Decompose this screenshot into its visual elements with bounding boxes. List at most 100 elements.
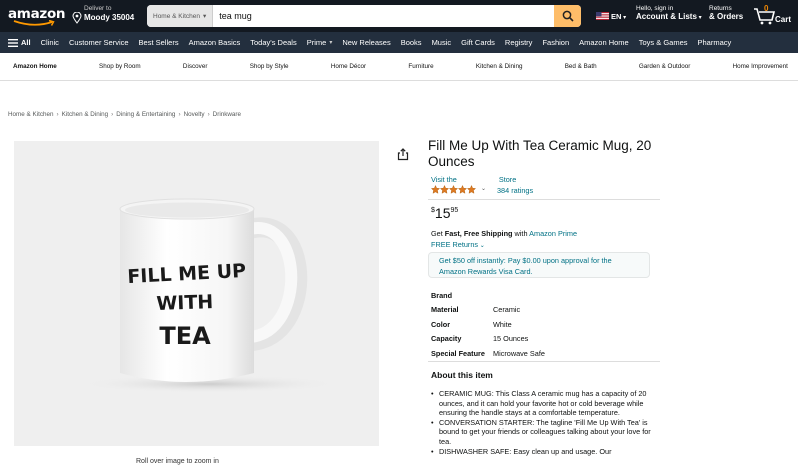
- price-whole: 15: [434, 205, 451, 221]
- chevron-down-icon: ▾: [202, 13, 207, 20]
- about-bullets: CERAMIC MUG: This Class A ceramic mug ha…: [431, 389, 656, 456]
- chevron-down-icon[interactable]: ⌄: [481, 185, 486, 192]
- logo-smile-icon: [13, 20, 55, 26]
- subnav-home-decor[interactable]: Home Décor: [331, 63, 366, 70]
- subnav-garden-outdoor[interactable]: Garden & Outdoor: [639, 63, 690, 70]
- price: $ 15 95: [431, 205, 458, 221]
- spec-row: Color White: [431, 317, 545, 332]
- search-icon: [562, 10, 574, 22]
- zoom-hint: Roll over image to zoom in: [136, 458, 219, 465]
- subnav-shop-by-room[interactable]: Shop by Room: [99, 63, 141, 70]
- free-returns-link[interactable]: FREE Returns ⌄: [431, 240, 485, 249]
- account-lists[interactable]: Hello, sign in Account & Lists ▾: [636, 5, 702, 21]
- price-fraction: 95: [450, 207, 459, 214]
- nav-item-fashion[interactable]: Fashion: [542, 38, 569, 47]
- spec-row: Material Ceramic: [431, 303, 545, 318]
- search-category-label: Home & Kitchen: [153, 12, 200, 20]
- promo-line2: Amazon Rewards Visa Card.: [439, 266, 533, 276]
- chevron-right-icon: ›: [111, 111, 114, 118]
- visit-store-prefix: Visit the: [431, 175, 457, 184]
- nav-item-clinic[interactable]: Clinic: [41, 38, 59, 47]
- about-this-item-heading: About this item: [431, 370, 493, 380]
- spec-key: Brand: [431, 290, 453, 300]
- account-label: Account & Lists ▾: [636, 12, 702, 21]
- free-returns-label: FREE Returns: [431, 240, 479, 249]
- nav-item-best-sellers[interactable]: Best Sellers: [139, 38, 179, 47]
- subnav-home-improvement[interactable]: Home Improvement: [733, 63, 788, 70]
- chevron-down-icon: ▾: [329, 40, 333, 46]
- visit-store-suffix: Store: [498, 175, 517, 184]
- nav-item-books[interactable]: Books: [401, 38, 422, 47]
- subnav-bed-bath[interactable]: Bed & Bath: [565, 63, 597, 70]
- breadcrumb-item[interactable]: Home & Kitchen: [8, 111, 54, 118]
- search-input[interactable]: [213, 5, 554, 27]
- nav-item-gift-cards[interactable]: Gift Cards: [461, 38, 495, 47]
- breadcrumb-item[interactable]: Dining & Entertaining: [116, 111, 175, 118]
- chevron-right-icon: ›: [56, 111, 59, 118]
- returns-label: Returns: [709, 5, 732, 12]
- all-menu-button[interactable]: All: [8, 38, 31, 47]
- shipping-bold: Fast, Free Shipping: [444, 229, 513, 238]
- breadcrumb: Home & Kitchen › Kitchen & Dining › Dining…: [8, 111, 241, 118]
- product-image[interactable]: FILL ME UP WITH TEA: [14, 141, 379, 446]
- spec-key: Special Feature: [431, 348, 485, 358]
- star-icon: [467, 185, 476, 194]
- share-button[interactable]: [397, 148, 409, 166]
- cart-count: 0: [764, 4, 769, 13]
- product-specs: Brand Material Ceramic Color White Capacit…: [431, 288, 545, 361]
- chevron-right-icon: ›: [207, 111, 210, 118]
- nav-item-registry[interactable]: Registry: [505, 38, 533, 47]
- search-bar: Home & Kitchen ▾: [147, 5, 581, 27]
- list-item: CERAMIC MUG: This Class A ceramic mug ha…: [431, 389, 656, 418]
- mug-text-line2: WITH: [156, 291, 214, 315]
- nav-item-customer-service[interactable]: Customer Service: [69, 38, 129, 47]
- amazon-prime-link[interactable]: Amazon Prime: [529, 229, 577, 238]
- subnav-kitchen-dining[interactable]: Kitchen & Dining: [476, 63, 523, 70]
- location-pin-icon: [72, 12, 82, 24]
- language-selector[interactable]: EN ▾: [611, 12, 626, 21]
- shipping-prefix: Get: [431, 229, 445, 238]
- subnav-shop-by-style[interactable]: Shop by Style: [250, 63, 289, 70]
- orders-label: & Orders: [709, 12, 744, 21]
- star-icon: [458, 185, 467, 194]
- amazon-logo[interactable]: amazon: [8, 4, 66, 28]
- ratings-count-link[interactable]: 384 ratings: [497, 186, 533, 195]
- nav-item-music[interactable]: Music: [432, 38, 452, 47]
- nav-item-toys-games[interactable]: Toys & Games: [639, 38, 688, 47]
- nav-item-pharmacy[interactable]: Pharmacy: [698, 38, 732, 47]
- hamburger-icon: [8, 38, 18, 47]
- all-menu-label: All: [21, 38, 31, 47]
- top-navbar: amazon Deliver to Moody 35004 Home & Kit…: [0, 0, 798, 32]
- breadcrumb-item[interactable]: Drinkware: [213, 111, 241, 118]
- returns-orders[interactable]: Returns & Orders: [709, 5, 743, 21]
- breadcrumb-item[interactable]: Novelty: [184, 111, 205, 118]
- secondary-navbar: All Clinic Customer Service Best Sellers…: [0, 32, 798, 53]
- breadcrumb-item[interactable]: Kitchen & Dining: [62, 111, 109, 118]
- mug-text-line3: TEA: [159, 322, 211, 350]
- visit-store-link[interactable]: Visit the Store: [431, 175, 516, 184]
- chevron-down-icon: ⌄: [478, 243, 485, 249]
- spec-key: Capacity: [431, 334, 462, 344]
- nav-item-amazon-home[interactable]: Amazon Home: [579, 38, 629, 47]
- nav-item-prime[interactable]: Prime ▾: [307, 38, 333, 47]
- promo-banner[interactable]: Get $50 off instantly: Pay $0.00 upon ap…: [428, 252, 650, 278]
- subnav-discover[interactable]: Discover: [183, 63, 208, 70]
- spec-value: Microwave Safe: [493, 348, 545, 358]
- chevron-down-icon: ▾: [621, 15, 627, 21]
- category-subnav: Amazon Home Shop by Room Discover Shop b…: [0, 53, 798, 81]
- star-rating[interactable]: [431, 185, 476, 194]
- chevron-right-icon: ›: [178, 111, 181, 118]
- nav-item-todays-deals[interactable]: Today's Deals: [250, 38, 296, 47]
- language-label: EN: [611, 12, 622, 21]
- list-item: CONVERSATION STARTER: The tagline 'Fill …: [431, 418, 656, 447]
- us-flag-icon[interactable]: [596, 12, 609, 20]
- search-button[interactable]: [554, 5, 581, 27]
- search-category-dropdown[interactable]: Home & Kitchen ▾: [147, 5, 214, 27]
- promo-line1: Get $50 off instantly: Pay $0.00 upon ap…: [439, 256, 612, 265]
- account-greeting: Hello, sign in: [636, 5, 674, 12]
- subnav-furniture[interactable]: Furniture: [408, 63, 433, 70]
- nav-item-new-releases[interactable]: New Releases: [342, 38, 390, 47]
- shipping-info: Get Fast, Free Shipping with Amazon Prim…: [431, 229, 577, 238]
- nav-item-amazon-basics[interactable]: Amazon Basics: [189, 38, 241, 47]
- subnav-amazon-home[interactable]: Amazon Home: [13, 63, 57, 70]
